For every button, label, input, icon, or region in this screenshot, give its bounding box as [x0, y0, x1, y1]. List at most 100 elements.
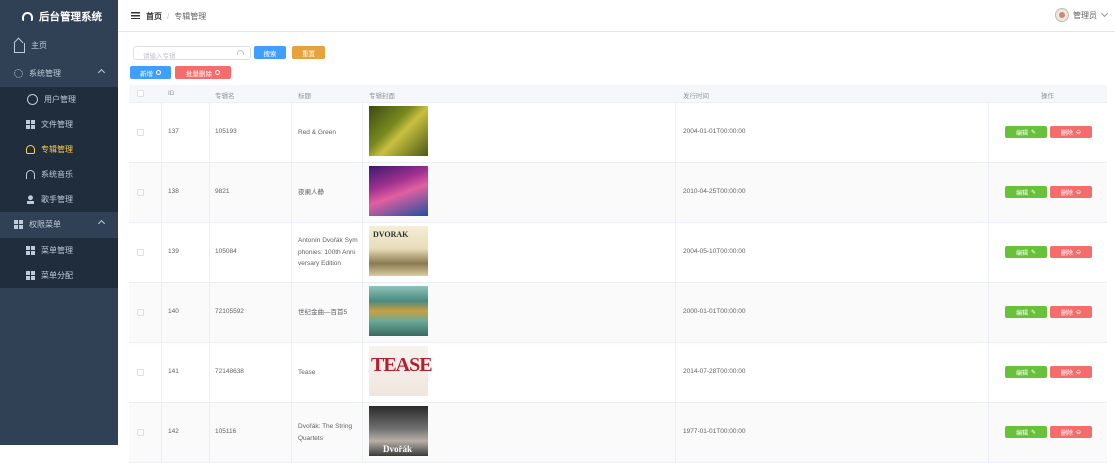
column-divider	[291, 163, 292, 222]
table-row: 140 72105592 世纪金曲—百首5 2000-01-01T00:00:00 编辑…	[129, 283, 1107, 343]
hamburger-icon[interactable]	[131, 12, 140, 19]
gear-icon	[14, 69, 23, 78]
column-divider	[161, 343, 162, 402]
edit-button[interactable]: 编辑 ✎	[1005, 126, 1047, 138]
sidebar-item-album-management[interactable]: 专辑管理	[0, 137, 118, 162]
sidebar-item-user-management[interactable]: 用户管理	[0, 87, 118, 112]
row-checkbox[interactable]	[137, 189, 144, 196]
column-divider	[161, 103, 162, 162]
column-header-album-name: 专辑名	[215, 93, 235, 100]
row-checkbox[interactable]	[137, 309, 144, 316]
delete-button[interactable]: 删除 ⊖	[1050, 126, 1092, 138]
column-divider	[362, 103, 363, 162]
cell-id: 141	[168, 368, 179, 375]
breadcrumb-separator: /	[167, 12, 170, 21]
cell-release-time: 2014-07-28T00:00:00	[683, 368, 746, 375]
cell-id: 138	[168, 188, 179, 195]
column-divider	[362, 223, 363, 282]
search-input[interactable]: 请输入专辑	[133, 46, 251, 60]
search-button[interactable]: 搜索	[254, 46, 286, 59]
column-divider	[291, 403, 292, 462]
delete-button[interactable]: 删除 ⊖	[1050, 246, 1092, 258]
chevron-up-icon	[97, 68, 106, 77]
cell-release-time: 2010-04-25T00:00:00	[683, 188, 746, 195]
delete-label: 删除	[1060, 370, 1073, 377]
row-checkbox[interactable]	[137, 249, 144, 256]
breadcrumb-home[interactable]: 首页	[146, 12, 162, 21]
column-divider	[988, 403, 989, 462]
sidebar-item-file-management[interactable]: 文件管理	[0, 112, 118, 137]
sidebar-item-system-music[interactable]: 系统音乐	[0, 162, 118, 187]
column-divider	[362, 403, 363, 462]
grid-icon	[14, 220, 23, 229]
column-divider	[988, 103, 989, 162]
cover-text: Dvořák	[383, 444, 412, 454]
delete-button[interactable]: 删除 ⊖	[1050, 306, 1092, 318]
sidebar-item-label: 系统音乐	[41, 170, 73, 179]
edit-button[interactable]: 编辑 ✎	[1005, 366, 1047, 378]
column-divider	[291, 283, 292, 342]
user-name: 管理员	[1073, 10, 1097, 20]
edit-icon: ✎	[1030, 189, 1037, 196]
bulk-delete-button[interactable]: 批量删除	[175, 66, 231, 79]
album-cover-image	[369, 286, 428, 336]
breadcrumb-current: 专辑管理	[174, 12, 207, 21]
sidebar-item-permission-menu[interactable]: 权限菜单	[0, 212, 118, 237]
column-header-release-time: 发行时间	[683, 93, 709, 100]
album-cover-image	[369, 106, 428, 156]
column-header-cover: 专辑封面	[369, 93, 395, 100]
grid-icon	[26, 246, 35, 255]
edit-button[interactable]: 编辑 ✎	[1005, 306, 1047, 318]
cell-album-name: 105193	[215, 128, 237, 135]
edit-icon: ✎	[1030, 429, 1037, 436]
table-row: 141 72148638 Tease TEASE 2014-07-28T00:00:00…	[129, 343, 1107, 403]
person-icon	[26, 195, 35, 204]
sidebar-item-label: 歌手管理	[41, 195, 73, 204]
delete-button[interactable]: 删除 ⊖	[1050, 186, 1092, 198]
select-all-checkbox[interactable]	[137, 90, 144, 97]
table-header: ID 专辑名 标题 专辑封面 发行时间 操作	[129, 85, 1107, 103]
edit-icon: ✎	[1030, 129, 1037, 136]
row-checkbox[interactable]	[137, 369, 144, 376]
search-placeholder: 请输入专辑	[143, 53, 176, 60]
column-header-title: 标题	[298, 93, 311, 100]
delete-label: 删除	[1060, 130, 1073, 137]
sidebar-item-home[interactable]: 主页	[0, 33, 118, 58]
row-checkbox[interactable]	[137, 429, 144, 436]
delete-button[interactable]: 删除 ⊖	[1050, 426, 1092, 438]
row-checkbox[interactable]	[137, 129, 144, 136]
circle-minus-icon: ⊖	[1075, 309, 1082, 316]
cell-album-name: 72105592	[215, 308, 244, 315]
sidebar-item-system-management[interactable]: 系统管理	[0, 61, 118, 86]
edit-button[interactable]: 编辑 ✎	[1005, 426, 1047, 438]
logo-icon	[22, 11, 33, 21]
column-divider	[209, 403, 210, 462]
table-row: 137 105193 Red & Green 2004-01-01T00:00:00 编…	[129, 103, 1107, 163]
reset-button[interactable]: 重置	[292, 46, 325, 59]
edit-label: 编辑	[1015, 370, 1028, 377]
headphones-icon	[26, 170, 35, 179]
edit-button[interactable]: 编辑 ✎	[1005, 186, 1047, 198]
sidebar-item-menu-assignment[interactable]: 菜单分配	[0, 263, 118, 288]
edit-icon: ✎	[1030, 249, 1037, 256]
app-logo[interactable]: 后台管理系统	[0, 0, 118, 32]
add-button[interactable]: 新增	[130, 66, 171, 79]
cell-album-name: 105116	[215, 428, 237, 435]
sidebar-item-menu-management[interactable]: 菜单管理	[0, 238, 118, 263]
sidebar: 后台管理系统 主页 系统管理 用户管理 文件管理 专辑管理 系统音乐 歌手管理 …	[0, 0, 118, 445]
delete-button[interactable]: 删除 ⊖	[1050, 366, 1092, 378]
breadcrumb: 首页 / 专辑管理	[146, 11, 206, 22]
column-divider	[988, 223, 989, 282]
edit-button[interactable]: 编辑 ✎	[1005, 246, 1047, 258]
user-menu[interactable]: 管理员	[1055, 8, 1109, 22]
column-divider	[291, 223, 292, 282]
cell-id: 139	[168, 248, 179, 255]
sidebar-item-label: 菜单管理	[41, 246, 73, 255]
delete-label: 删除	[1060, 250, 1073, 257]
circle-plus-icon	[156, 70, 161, 75]
cover-text: DVORAK	[373, 230, 409, 239]
cell-id: 137	[168, 128, 179, 135]
sidebar-item-label: 文件管理	[41, 120, 73, 129]
sidebar-item-singer-management[interactable]: 歌手管理	[0, 187, 118, 212]
cell-album-name: 9821	[215, 188, 230, 195]
